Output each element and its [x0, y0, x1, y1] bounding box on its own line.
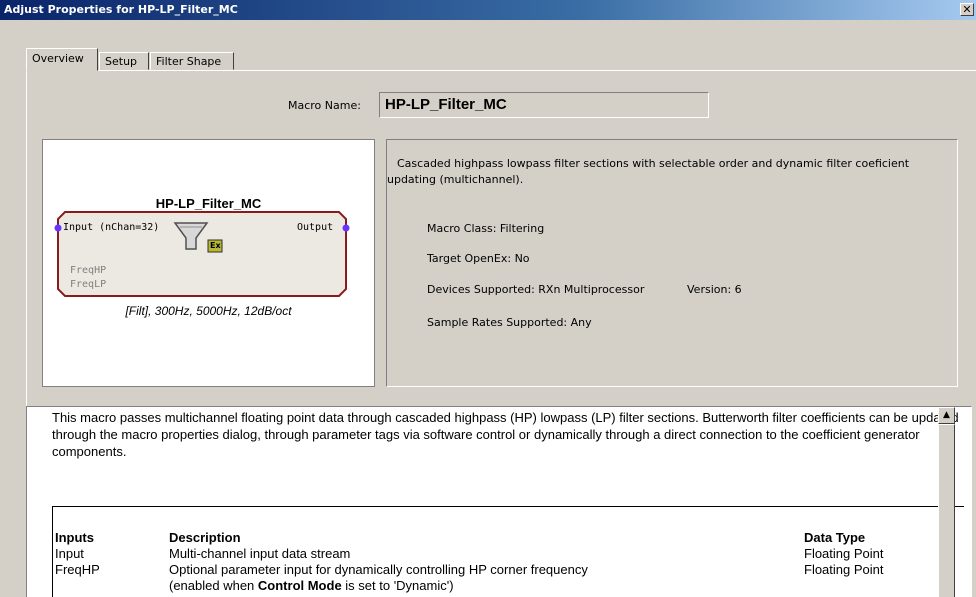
macro-block-shape	[54, 211, 350, 297]
row-freqhp-desc: Optional parameter input for dynamically…	[169, 562, 588, 577]
target-openex: Target OpenEx: No	[427, 252, 530, 265]
close-button[interactable]: ✕	[960, 3, 974, 16]
inputs-table: Inputs Description Data Type Input Multi…	[52, 506, 964, 597]
header-data-type: Data Type	[804, 530, 866, 545]
header-description: Description	[169, 530, 241, 545]
freqhp-port-label: FreqHP	[70, 265, 107, 276]
macro-preview: HP-LP_Filter_MC Input (nChan=32) Output …	[42, 139, 375, 387]
row-input-desc: Multi-channel input data stream	[169, 546, 351, 561]
tab-filter-shape[interactable]: Filter Shape	[150, 52, 234, 70]
title-bar[interactable]: Adjust Properties for HP-LP_Filter_MC ✕	[0, 0, 976, 20]
tab-overview[interactable]: Overview	[26, 48, 98, 71]
row-input-type: Floating Point	[804, 546, 884, 561]
row-input-name: Input	[55, 546, 84, 561]
row-freqhp-type: Floating Point	[804, 562, 884, 577]
freqlp-port-label: FreqLP	[70, 279, 107, 290]
description-scrollbar[interactable]: ▲	[938, 407, 955, 597]
sample-rates: Sample Rates Supported: Any	[427, 316, 592, 329]
close-icon: ✕	[962, 3, 972, 16]
window-title: Adjust Properties for HP-LP_Filter_MC	[4, 3, 238, 16]
output-port-dot	[342, 224, 350, 232]
row-freqhp-name: FreqHP	[55, 562, 100, 577]
version: Version: 6	[687, 283, 742, 296]
macro-name-field: HP-LP_Filter_MC	[379, 92, 709, 118]
row-freqhp-note: (enabled when Control Mode is set to 'Dy…	[169, 578, 454, 593]
tab-setup[interactable]: Setup	[99, 52, 149, 70]
input-port-dot	[54, 224, 62, 232]
block-caption: [Filt], 300Hz, 5000Hz, 12dB/oct	[125, 304, 292, 318]
devices-supported: Devices Supported: RXn Multiprocessor	[427, 283, 645, 296]
description-panel[interactable]: This macro passes multichannel floating …	[26, 406, 972, 597]
macro-class: Macro Class: Filtering	[427, 222, 545, 235]
scrollbar-thumb[interactable]	[938, 424, 955, 597]
header-inputs: Inputs	[55, 530, 94, 545]
description-text: This macro passes multichannel floating …	[52, 410, 959, 459]
properties-dialog: Adjust Properties for HP-LP_Filter_MC ✕ …	[0, 0, 976, 597]
macro-name-label: Macro Name:	[288, 99, 361, 112]
macro-summary: Cascaded highpass lowpass filter section…	[387, 157, 910, 186]
openex-badge: Ex	[210, 241, 221, 250]
output-port-label: Output	[297, 222, 334, 233]
input-port-label: Input (nChan=32)	[63, 222, 160, 233]
macro-info-panel: Cascaded highpass lowpass filter section…	[386, 139, 958, 387]
scroll-up-button[interactable]: ▲	[938, 407, 955, 424]
arrow-up-icon: ▲	[943, 410, 950, 420]
